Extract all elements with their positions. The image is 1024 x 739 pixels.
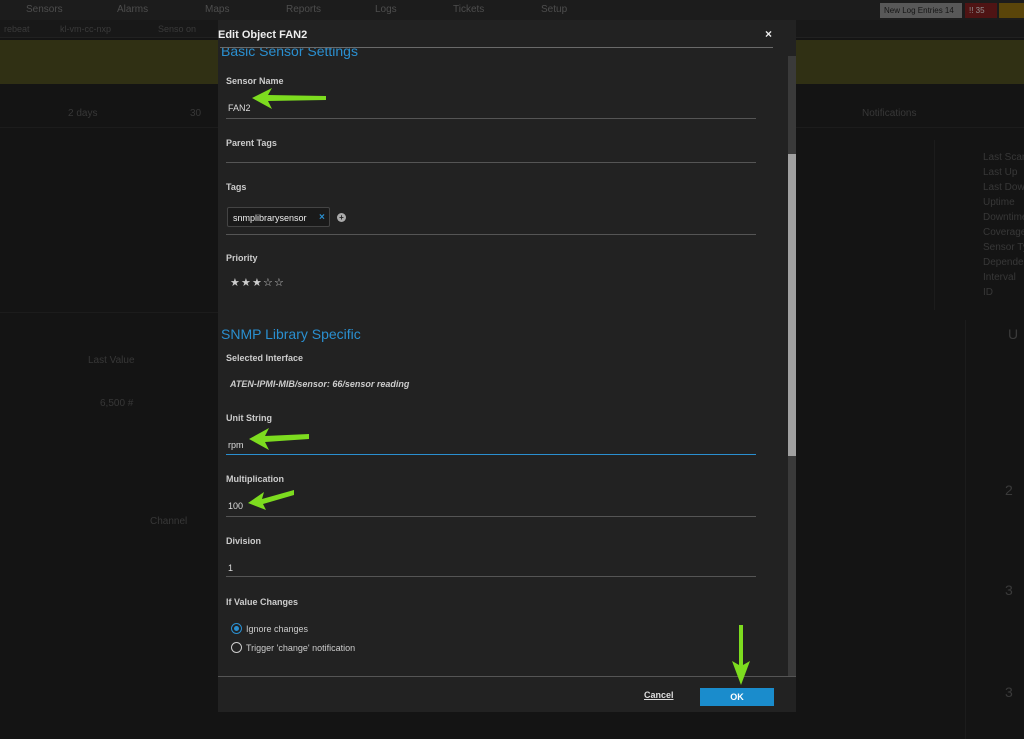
dialog-title: Edit Object FAN2 — [218, 29, 308, 41]
division-underline — [226, 576, 756, 577]
sensor-name-input[interactable]: FAN2 — [228, 103, 251, 113]
division-input[interactable]: 1 — [228, 563, 233, 573]
multiplication-label: Multiplication — [226, 474, 284, 484]
sensor-name-underline — [226, 118, 756, 119]
selected-interface-value: ATEN-IPMI-MIB/sensor: 66/sensor reading — [230, 379, 410, 389]
tags-underline — [226, 234, 756, 235]
unit-string-underline — [226, 454, 756, 455]
annotation-arrow-icon — [732, 625, 750, 685]
tags-label: Tags — [226, 182, 247, 192]
star-filled-icon[interactable]: ★ — [252, 276, 263, 289]
if-value-changes-label: If Value Changes — [226, 597, 299, 607]
selected-interface-label: Selected Interface — [226, 353, 304, 363]
star-empty-icon[interactable]: ☆ — [263, 276, 274, 289]
remove-tag-icon[interactable]: × — [319, 212, 325, 223]
unit-string-input[interactable]: rpm — [228, 440, 244, 450]
multiplication-underline — [226, 516, 756, 517]
priority-rating[interactable]: ★★★☆☆ — [230, 276, 285, 289]
sensor-name-label: Sensor Name — [226, 76, 284, 86]
trigger-change-radio[interactable] — [231, 642, 242, 653]
section-heading-clip: Basic Sensor Settings — [218, 48, 778, 62]
annotation-arrow-icon — [249, 428, 309, 450]
trigger-change-label[interactable]: Trigger 'change' notification — [246, 643, 355, 653]
ignore-changes-label[interactable]: Ignore changes — [246, 624, 308, 634]
priority-label: Priority — [226, 253, 258, 263]
ok-button[interactable]: OK — [700, 688, 774, 706]
scrollbar-thumb[interactable] — [788, 154, 796, 456]
unit-string-label: Unit String — [226, 413, 272, 423]
division-label: Division — [226, 536, 262, 546]
parent-tags-label: Parent Tags — [226, 138, 277, 148]
tag-chip[interactable]: snmplibrarysensor × — [227, 207, 330, 227]
edit-object-dialog: Edit Object FAN2 × Basic Sensor Settings… — [218, 20, 796, 712]
cancel-button[interactable]: Cancel — [644, 690, 674, 700]
add-tag-icon[interactable]: + — [337, 213, 346, 222]
parent-tags-underline — [226, 162, 756, 163]
ignore-changes-radio[interactable] — [231, 623, 242, 634]
section-heading-snmp: SNMP Library Specific — [221, 326, 361, 342]
footer-divider — [218, 676, 796, 677]
annotation-arrow-icon — [248, 490, 294, 510]
star-filled-icon[interactable]: ★ — [230, 276, 241, 289]
multiplication-input[interactable]: 100 — [228, 501, 243, 511]
star-filled-icon[interactable]: ★ — [241, 276, 252, 289]
star-empty-icon[interactable]: ☆ — [274, 276, 285, 289]
dialog-header: Edit Object FAN2 × — [218, 20, 796, 48]
annotation-arrow-icon — [252, 88, 326, 109]
tag-chip-label: snmplibrarysensor — [233, 213, 307, 223]
section-heading-basic: Basic Sensor Settings — [221, 48, 358, 59]
close-icon[interactable]: × — [765, 27, 772, 41]
